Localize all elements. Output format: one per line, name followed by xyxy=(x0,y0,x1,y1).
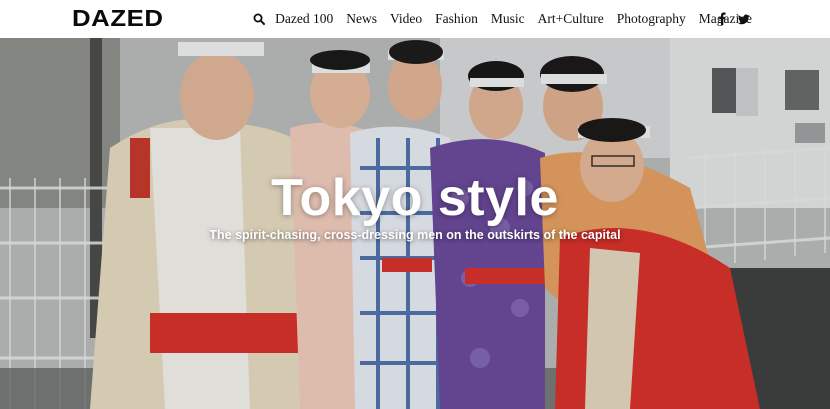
hero-title[interactable]: Tokyo style xyxy=(0,170,830,226)
social-icons xyxy=(718,12,750,30)
hero-banner[interactable]: Tokyo style The spirit-chasing, cross-dr… xyxy=(0,38,830,409)
twitter-icon[interactable] xyxy=(737,12,750,30)
nav-item-fashion[interactable]: Fashion xyxy=(435,11,478,27)
nav-item-dazed-100[interactable]: Dazed 100 xyxy=(275,11,333,27)
nav-item-music[interactable]: Music xyxy=(491,11,525,27)
site-header: DAZED Dazed 100 News Video Fashion Music… xyxy=(0,0,830,38)
facebook-icon[interactable] xyxy=(718,12,726,30)
search-icon[interactable] xyxy=(253,13,266,25)
dazed-logo[interactable]: DAZED xyxy=(72,5,164,31)
nav-item-video[interactable]: Video xyxy=(390,11,422,27)
nav-item-art-culture[interactable]: Art+Culture xyxy=(538,11,604,27)
nav-item-news[interactable]: News xyxy=(346,11,377,27)
hero-subtitle: The spirit-chasing, cross-dressing men o… xyxy=(209,228,621,242)
main-nav: Dazed 100 News Video Fashion Music Art+C… xyxy=(253,0,752,38)
nav-item-photography[interactable]: Photography xyxy=(617,11,686,27)
